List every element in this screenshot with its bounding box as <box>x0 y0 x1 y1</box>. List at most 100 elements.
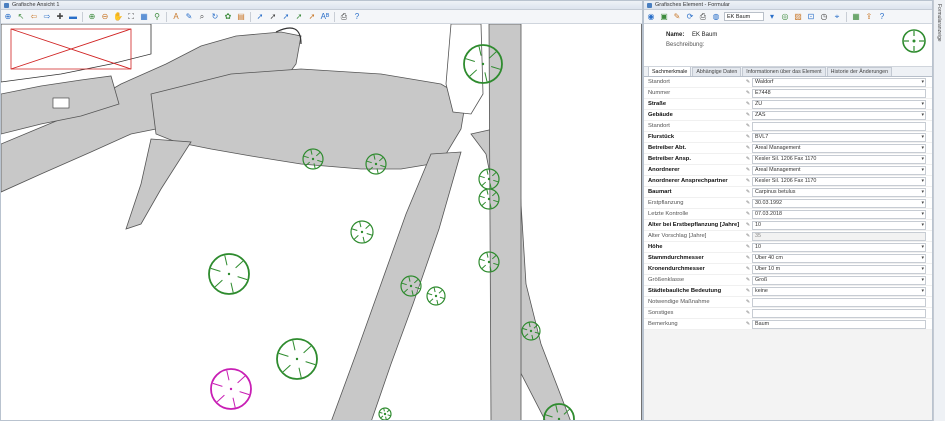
field-dropdown[interactable]: Kesler Sil. 1206 Fax 1170 ▾ <box>752 154 926 164</box>
map-window[interactable]: Grafische Ansicht 1 ⊕ ↖ ⇦ ⇨ ✚ ▬ ⊕ ⊖ ✋ ⛶ ▦ ⚲ A ✎ ⌕ ↻ ✿ ▤ ➚ ➚… <box>0 0 643 421</box>
pointer-icon[interactable]: ⊕ <box>3 12 13 22</box>
field-dropdown[interactable]: ZAS ▾ <box>752 110 926 120</box>
text-icon[interactable]: A <box>171 12 181 22</box>
zoom-in-icon[interactable]: ⊕ <box>87 12 97 22</box>
label-icon[interactable]: Aᴮ <box>320 12 330 22</box>
tab-0[interactable]: Sachmerkmale <box>648 66 692 76</box>
field-edit-icon[interactable]: ✎ <box>744 156 752 162</box>
field-dropdown[interactable]: Areal Management ▾ <box>752 165 926 175</box>
field-edit-icon[interactable]: ✎ <box>744 200 752 206</box>
save-icon[interactable]: ▣ <box>659 12 669 22</box>
arrow-tool-a-icon[interactable]: ➚ <box>255 12 265 22</box>
arrow-tool-e-icon[interactable]: ➚ <box>307 12 317 22</box>
form-window[interactable]: Grafisches Element - Formular ◉ ▣ ✎ ⟳ ⎙ ◍ EK B… <box>643 0 933 421</box>
export-icon[interactable]: ⇪ <box>864 12 874 22</box>
table-icon[interactable]: ▦ <box>851 12 861 22</box>
field-edit-icon[interactable]: ✎ <box>744 244 752 250</box>
field-edit-icon[interactable]: ✎ <box>744 90 752 96</box>
field-dropdown[interactable]: Areal Management ▾ <box>752 143 926 153</box>
field-edit-icon[interactable]: ✎ <box>744 288 752 294</box>
field-edit-icon[interactable]: ✎ <box>744 101 752 107</box>
field-edit-icon[interactable]: ✎ <box>744 178 752 184</box>
tree-symbol[interactable] <box>276 338 318 380</box>
search-map-icon[interactable]: ⌕ <box>197 12 207 22</box>
chevron-down-icon[interactable]: ▾ <box>921 255 924 261</box>
chevron-down-icon[interactable]: ▾ <box>921 222 924 228</box>
tree-symbol[interactable] <box>350 220 374 244</box>
chevron-down-icon[interactable]: ▾ <box>921 145 924 151</box>
pan-hand-icon[interactable]: ✋ <box>113 12 123 22</box>
field-input[interactable]: 35 <box>752 231 926 241</box>
back-arrow-icon[interactable]: ⇦ <box>29 12 39 22</box>
refresh-icon[interactable]: ⟳ <box>685 12 695 22</box>
arrow-tool-b-icon[interactable]: ➚ <box>268 12 278 22</box>
chevron-down-icon[interactable]: ▾ <box>921 277 924 283</box>
zoom-in-plus-icon[interactable]: ✚ <box>55 12 65 22</box>
view-select-dropdown[interactable]: EK Baum <box>724 12 764 21</box>
record-icon[interactable]: ◉ <box>646 12 656 22</box>
field-dropdown[interactable]: ZU ▾ <box>752 99 926 109</box>
print-icon[interactable]: ⎙ <box>698 12 708 22</box>
print-icon[interactable]: ⎙ <box>339 12 349 22</box>
chevron-down-icon[interactable]: ▾ <box>921 200 924 206</box>
field-dropdown[interactable]: Kesler Sil. 1206 Fax 1170 ▾ <box>752 176 926 186</box>
chevron-down-icon[interactable]: ▾ <box>921 112 924 118</box>
side-panel-strip[interactable]: Formularanzeige <box>933 0 945 421</box>
field-edit-icon[interactable]: ✎ <box>744 211 752 217</box>
field-dropdown[interactable]: 10 ▾ <box>752 242 926 252</box>
history-icon[interactable]: ◷ <box>819 12 829 22</box>
field-edit-icon[interactable]: ✎ <box>744 310 752 316</box>
field-dropdown[interactable]: Über 40 cm ▾ <box>752 253 926 263</box>
field-input[interactable] <box>752 297 926 307</box>
tree-symbol[interactable] <box>426 286 446 306</box>
zoom-to-icon[interactable]: ⊡ <box>806 12 816 22</box>
field-edit-icon[interactable]: ✎ <box>744 167 752 173</box>
field-edit-icon[interactable]: ✎ <box>744 189 752 195</box>
zoom-out-icon[interactable]: ⊖ <box>100 12 110 22</box>
field-dropdown[interactable]: 07.03.2018 ▾ <box>752 209 926 219</box>
arrow-tool-c-icon[interactable]: ➚ <box>281 12 291 22</box>
chevron-down-icon[interactable]: ▾ <box>921 288 924 294</box>
target-icon[interactable]: ◎ <box>780 12 790 22</box>
field-dropdown[interactable]: keine ▾ <box>752 286 926 296</box>
field-input[interactable] <box>752 121 926 131</box>
tree-symbol[interactable] <box>208 253 250 295</box>
chevron-down-icon[interactable]: ▾ <box>921 178 924 184</box>
chevron-down-icon[interactable]: ▾ <box>921 244 924 250</box>
layer-icon[interactable]: ▦ <box>139 12 149 22</box>
field-edit-icon[interactable]: ✎ <box>744 123 752 129</box>
field-edit-icon[interactable]: ✎ <box>744 277 752 283</box>
field-edit-icon[interactable]: ✎ <box>744 266 752 272</box>
forward-arrow-icon[interactable]: ⇨ <box>42 12 52 22</box>
layer-props-icon[interactable]: ▤ <box>236 12 246 22</box>
paint-icon[interactable]: ✿ <box>223 12 233 22</box>
field-dropdown[interactable]: Carpinus betulus ▾ <box>752 187 926 197</box>
field-dropdown[interactable]: Waldorf ▾ <box>752 77 926 87</box>
image-icon[interactable]: ▨ <box>793 12 803 22</box>
chevron-down-icon[interactable]: ▾ <box>921 101 924 107</box>
field-edit-icon[interactable]: ✎ <box>744 79 752 85</box>
field-dropdown[interactable]: Groß ▾ <box>752 275 926 285</box>
chevron-down-icon[interactable]: ▾ <box>921 134 924 140</box>
field-edit-icon[interactable]: ✎ <box>744 145 752 151</box>
field-dropdown[interactable]: BVL7 ▾ <box>752 132 926 142</box>
chevron-down-icon[interactable]: ▾ <box>921 167 924 173</box>
locate-icon[interactable]: ⌖ <box>832 12 842 22</box>
help-icon[interactable]: ? <box>352 12 362 22</box>
tab-1[interactable]: Abhängige Daten <box>692 67 742 76</box>
globe-icon[interactable]: ◍ <box>711 12 721 22</box>
chevron-down-icon[interactable]: ▾ <box>921 189 924 195</box>
zoom-extent-icon[interactable]: ⛶ <box>126 12 136 22</box>
chevron-down-icon[interactable]: ▾ <box>921 266 924 272</box>
chevron-down-icon[interactable]: ▾ <box>921 79 924 85</box>
tree-symbol[interactable] <box>378 407 392 420</box>
select-arrow-icon[interactable]: ↖ <box>16 12 26 22</box>
field-dropdown[interactable]: Über 10 m ▾ <box>752 264 926 274</box>
measure-icon[interactable]: ⚲ <box>152 12 162 22</box>
help-icon[interactable]: ? <box>877 12 887 22</box>
field-edit-icon[interactable]: ✎ <box>744 255 752 261</box>
field-edit-icon[interactable]: ✎ <box>744 222 752 228</box>
field-edit-icon[interactable]: ✎ <box>744 134 752 140</box>
chevron-down-icon[interactable]: ▾ <box>921 211 924 217</box>
tab-2[interactable]: Informationen über das Element <box>742 67 826 76</box>
